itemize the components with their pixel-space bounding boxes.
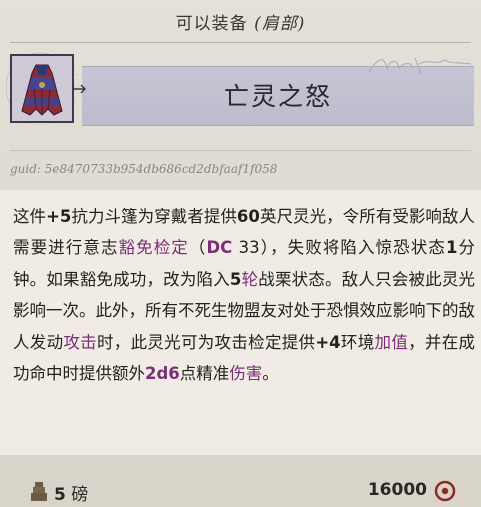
description-text: （ bbox=[188, 238, 207, 258]
description-keyword[interactable]: 2d6 bbox=[145, 364, 180, 383]
description-keyword[interactable]: 攻击 bbox=[63, 333, 97, 352]
weight-unit: 磅 bbox=[71, 485, 89, 505]
description-keyword[interactable]: 伤害 bbox=[229, 364, 262, 383]
item-weight: 5 磅 bbox=[54, 480, 88, 505]
description-text: 时，此灵光可为攻击检定提供 bbox=[96, 332, 316, 352]
item-name: 亡灵之怒 bbox=[223, 82, 332, 111]
coin-icon bbox=[434, 480, 456, 502]
item-price: 16000 bbox=[367, 480, 427, 500]
description-text: 环境 bbox=[340, 332, 375, 352]
equip-slot-header: 可以装备 (肩部) bbox=[0, 0, 481, 42]
item-icon-frame bbox=[6, 46, 87, 131]
expand-arrow-icon bbox=[73, 84, 87, 94]
item-description: 这件+5抗力斗篷为穿戴者提供60英尺灵光，令所有受影响敌人需要进行意志豁免检定（… bbox=[13, 201, 475, 389]
weight-icon bbox=[31, 482, 47, 501]
description-text: 。 bbox=[262, 364, 279, 384]
item-guid: guid: 5e8470733b954db686cd2dbfaaf1f058 bbox=[10, 162, 278, 176]
description-text: 33） bbox=[232, 238, 271, 258]
description-text: 这件 bbox=[13, 207, 47, 226]
description-keyword[interactable]: 加值 bbox=[375, 333, 409, 352]
description-text: 1 bbox=[445, 238, 458, 258]
description-text: 抗力斗篷为穿戴者提供 bbox=[71, 207, 237, 226]
cloak-icon[interactable] bbox=[10, 54, 74, 123]
weight-value: 5 bbox=[54, 485, 66, 505]
description-text: 60 bbox=[236, 207, 260, 226]
item-footer: 5 磅 16000 bbox=[0, 470, 481, 507]
equip-slot: (肩部) bbox=[254, 13, 306, 34]
title-divider bbox=[10, 150, 471, 151]
header-divider bbox=[10, 42, 471, 43]
description-text: 点精准 bbox=[179, 364, 230, 384]
description-keyword[interactable]: DC bbox=[206, 238, 232, 257]
item-tooltip: 可以装备 (肩部) 亡灵之怒 guid: 5e8470733b954db686c… bbox=[0, 0, 481, 507]
description-text: ，失败将陷入惊恐状态 bbox=[270, 238, 446, 258]
description-text: +5 bbox=[46, 207, 72, 226]
equip-label: 可以装备 bbox=[175, 13, 248, 34]
description-keyword[interactable]: 轮 bbox=[241, 270, 258, 289]
description-text: +4 bbox=[315, 332, 341, 352]
description-keyword[interactable]: 豁免检定 bbox=[119, 238, 189, 257]
description-text: 5 bbox=[229, 269, 242, 289]
